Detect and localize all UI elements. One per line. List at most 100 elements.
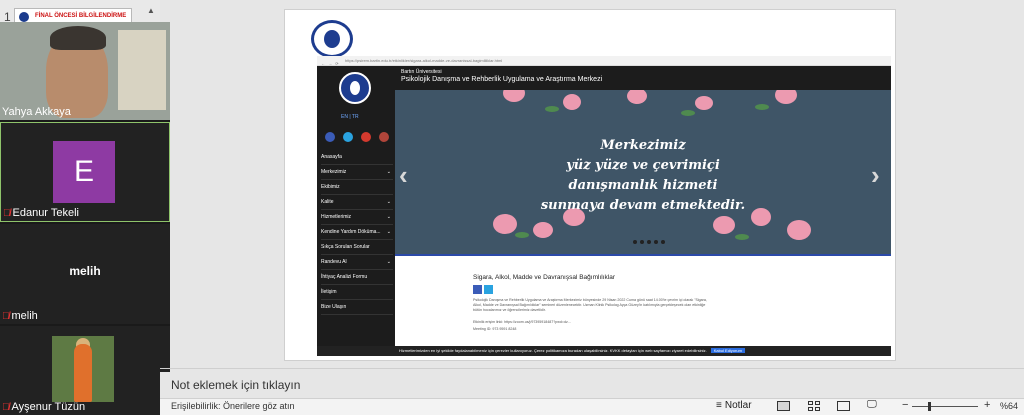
participant-name: melih: [11, 310, 38, 322]
site-nav-item: Sıkça Sorulan Sorular: [321, 240, 393, 255]
site-header: Bartın Üniversitesi Psikolojik Danışma v…: [395, 66, 891, 90]
reading-view-icon[interactable]: [837, 401, 850, 411]
slide-sorter-icon[interactable]: [808, 401, 821, 411]
article-paragraph: Meeting ID: 973 9591 8248: [473, 327, 517, 331]
participant-label: 🎙̸ Ayşenur Tüzün: [2, 401, 85, 413]
participant-name: Ayşenur Tüzün: [11, 401, 86, 413]
participant-tile[interactable]: melih 🎙̸ melih: [0, 224, 170, 324]
article-content: Sigara, Alkol, Madde ve Davranışsal Bağı…: [395, 256, 891, 342]
video-gallery: Yahya Akkaya E 🎙̸ Edanur Tekeli melih 🎙̸ m…: [0, 22, 170, 415]
banner-line: yüz yüze ve çevrimiçi: [566, 158, 720, 173]
social-icons: [325, 132, 389, 142]
leaf: [735, 234, 749, 240]
facebook-icon: [473, 285, 482, 294]
flower: [775, 90, 797, 104]
university-logo-icon: [311, 20, 353, 58]
browser-address-bar: ← → ⟳ https://psirem.bartin.edu.tr/etkinl…: [317, 56, 891, 66]
flower: [563, 94, 581, 110]
site-nav-label: Hizmetlerimiz: [321, 214, 351, 220]
participant-tile[interactable]: 🎙̸ Ayşenur Tüzün: [0, 326, 170, 415]
site-nav-label: Kalite: [321, 199, 334, 205]
thumbnail-title: FİNAL ÖNCESİ BİLGİLENDİRME: [35, 13, 127, 19]
participant-center-name: melih: [69, 264, 101, 278]
normal-view-icon[interactable]: [777, 401, 790, 411]
site-nav: Anasayfa Merkezimiz ⌄ Ekibimiz Kalite ⌄ Hizmet…: [321, 150, 393, 315]
slideshow-icon[interactable]: 🖵: [867, 399, 880, 410]
avatar-body: [74, 344, 92, 402]
zoom-slider-thumb[interactable]: [928, 402, 931, 411]
flower: [787, 220, 811, 240]
avatar: E: [53, 141, 115, 203]
scroll-up-icon: ▲: [147, 6, 155, 15]
site-nav-item: Kalite ⌄: [321, 195, 393, 210]
chevron-left-icon: ‹: [399, 160, 408, 190]
flower: [503, 90, 525, 102]
site-nav-item: Merkezimiz ⌄: [321, 165, 393, 180]
site-nav-item: İletişim: [321, 285, 393, 300]
flower: [493, 214, 517, 234]
participant-name: Edanur Tekeli: [12, 207, 79, 219]
site-nav-item: Hizmetlerimiz ⌄: [321, 210, 393, 225]
zoom-out-button[interactable]: −: [902, 399, 908, 411]
zoom-slider[interactable]: [912, 406, 978, 407]
notes-placeholder[interactable]: Not eklemek için tıklayın: [171, 378, 300, 392]
banner-text: Merkezimiz yüz yüze ve çevrimiçi danışma…: [395, 136, 891, 216]
site-nav-label: İhtiyaç Analizi Formu: [321, 274, 368, 280]
site-nav-label: Kendine Yardım Döküma...: [321, 229, 381, 235]
accessibility-status[interactable]: Erişilebilirlik: Önerilere göz atın: [171, 401, 295, 411]
banner-line: sunmaya devam etmektedir.: [540, 198, 746, 213]
chevron-down-icon: ⌄: [386, 214, 391, 220]
mic-muted-icon: 🎙̸: [3, 207, 11, 219]
site-nav-label: Ekibimiz: [321, 184, 340, 190]
flower: [627, 90, 647, 104]
flower: [695, 96, 713, 110]
carousel-dot: [654, 240, 658, 244]
notes-button[interactable]: ≡ Notlar: [716, 400, 752, 411]
site-nav-item: Ekibimiz: [321, 180, 393, 195]
participant-label: 🎙̸ melih: [2, 310, 38, 322]
site-nav-item: Randevu Al ⌄: [321, 255, 393, 270]
zoom-in-button[interactable]: +: [984, 399, 990, 411]
site-sidebar: EN | TR Anasayfa Merkezimiz ⌄ Ekibimiz Kalit…: [317, 66, 395, 356]
browser-url: https://psirem.bartin.edu.tr/etkinlikler…: [345, 58, 503, 63]
site-nav-label: Bize Ulaşın: [321, 304, 347, 310]
center-name: Psikolojik Danışma ve Rehberlik Uygulama…: [401, 76, 603, 83]
cookie-text: Hizmetlerimizden en iyi şekilde faydalan…: [399, 348, 707, 353]
carousel-dot: [640, 240, 644, 244]
avatar: [52, 336, 114, 402]
notes-icon: ≡: [716, 400, 722, 411]
cookie-banner: Hizmetlerimizden en iyi şekilde faydalan…: [317, 346, 891, 356]
cookie-accept-button: Kabul Ediyorum: [710, 348, 745, 353]
participant-hair: [50, 26, 106, 50]
site-nav-item: Kendine Yardım Döküma... ⌄: [321, 225, 393, 240]
notes-label: Notlar: [724, 400, 752, 411]
site-logo-icon: [339, 72, 371, 104]
participant-tile[interactable]: E 🎙̸ Edanur Tekeli: [0, 122, 170, 222]
leaf: [515, 232, 529, 238]
article-paragraph: Etkinlik erişim linki: https://zoom.us/j…: [473, 320, 571, 324]
leaf: [681, 110, 695, 116]
website-screenshot: ← → ⟳ https://psirem.bartin.edu.tr/etkinl…: [317, 56, 891, 356]
background: [118, 30, 166, 110]
notes-splitter[interactable]: [160, 368, 1024, 369]
flower: [713, 216, 735, 234]
participant-tile[interactable]: Yahya Akkaya: [0, 22, 170, 120]
article-title: Sigara, Alkol, Madde ve Davranışsal Bağı…: [473, 274, 615, 281]
twitter-icon: [343, 132, 353, 142]
site-nav-label: Merkezimiz: [321, 169, 347, 175]
banner-line: Merkezimiz: [600, 138, 686, 153]
participant-label: 🎙̸ Edanur Tekeli: [3, 207, 79, 219]
zoom-level[interactable]: %64: [1000, 401, 1018, 411]
mic-muted-icon: 🎙̸: [2, 401, 10, 413]
site-nav-label: Sıkça Sorulan Sorular: [321, 244, 370, 250]
youtube-icon: [361, 132, 371, 142]
article-paragraph: Psikolojik Danışma ve Rehberlik Uygulama…: [473, 298, 707, 312]
slide-canvas[interactable]: ← → ⟳ https://psirem.bartin.edu.tr/etkinl…: [284, 9, 896, 361]
logo-mark: [324, 30, 340, 48]
banner-line: danışmanlık hizmeti: [568, 178, 718, 193]
hero-banner: Merkezimiz yüz yüze ve çevrimiçi danışma…: [395, 90, 891, 256]
scrollbar[interactable]: ▲: [147, 0, 157, 22]
site-nav-label: Randevu Al: [321, 259, 347, 265]
university-logo-icon: [19, 12, 29, 22]
site-nav-item: İhtiyaç Analizi Formu: [321, 270, 393, 285]
